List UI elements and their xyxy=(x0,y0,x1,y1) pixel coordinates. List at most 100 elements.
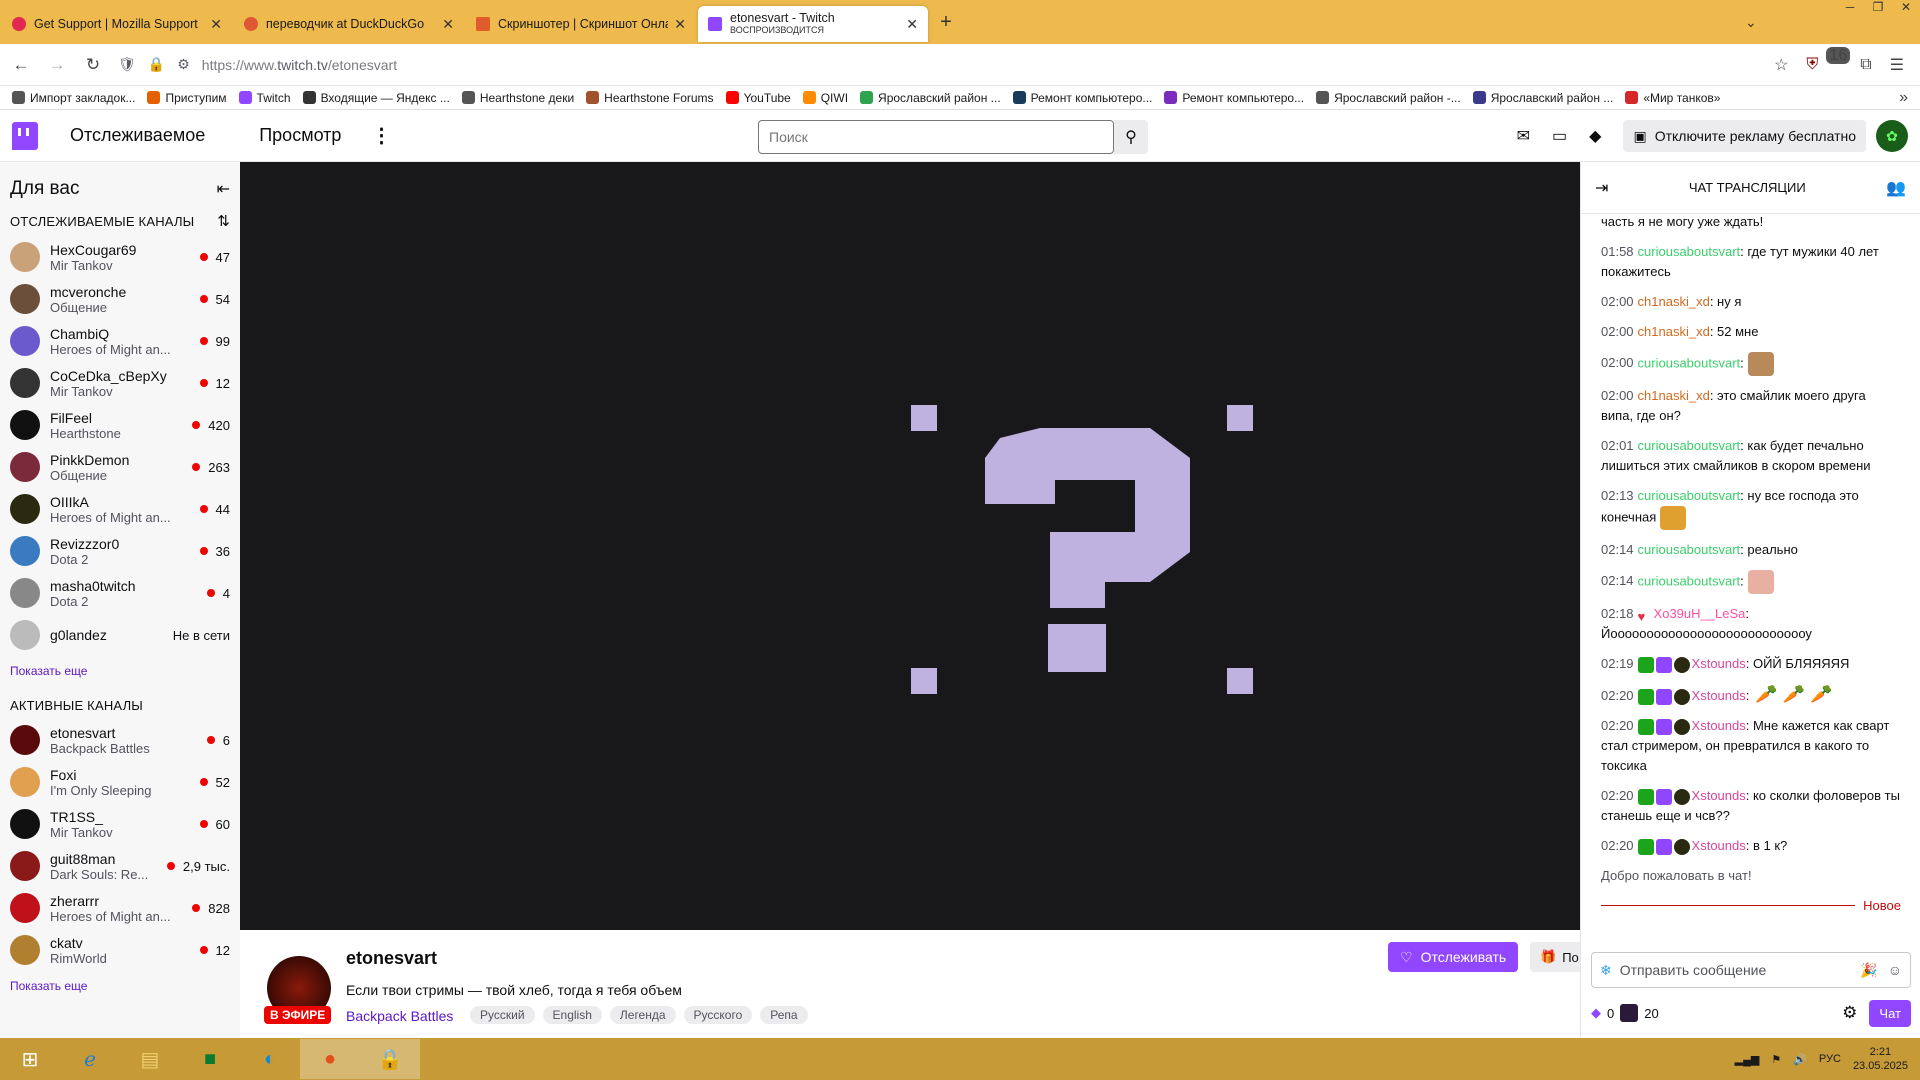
bookmark-item[interactable]: Ярославский район -... xyxy=(1316,91,1461,105)
new-tab-plus-icon[interactable]: + xyxy=(928,11,964,34)
search-icon[interactable]: ⚲ xyxy=(1114,120,1148,154)
chat-username[interactable]: curiousaboutsvart xyxy=(1638,488,1741,503)
start-windows-icon[interactable]: ⊞ xyxy=(0,1039,60,1079)
sidebar-channel-item[interactable]: Foxi I'm Only Sleeping 52 xyxy=(0,761,240,803)
stream-tag[interactable]: Репа xyxy=(760,1006,808,1024)
bookmark-item[interactable]: «Мир танков» xyxy=(1625,91,1720,105)
sidebar-channel-item[interactable]: masha0twitch Dota 2 4 xyxy=(0,572,240,614)
twitch-logo-icon[interactable] xyxy=(12,121,38,150)
sidebar-channel-item[interactable]: ChambiQ Heroes of Might an... 99 xyxy=(0,320,240,362)
bookmark-item[interactable]: Ярославский район ... xyxy=(1472,91,1613,105)
chat-username[interactable]: curiousaboutsvart xyxy=(1638,244,1741,259)
snowflake-icon[interactable]: ❄ xyxy=(1600,962,1612,979)
chat-username[interactable]: Xstounds xyxy=(1692,838,1746,853)
streamer-name[interactable]: etonesvart xyxy=(346,948,437,969)
bookmark-item[interactable]: QIWI xyxy=(802,91,848,105)
community-users-icon[interactable]: 👥 xyxy=(1886,178,1906,198)
lock-icon[interactable]: 🔒 xyxy=(148,56,165,73)
internet-explorer-icon[interactable]: ℯ xyxy=(60,1039,120,1079)
close-icon[interactable]: ✕ xyxy=(674,16,686,33)
sidebar-channel-item[interactable]: Revizzzor0 Dota 2 36 xyxy=(0,530,240,572)
tab-screenshoter[interactable]: Скриншотер | Скриншот Онлайн ✕ xyxy=(466,6,696,42)
user-avatar[interactable]: ✿ xyxy=(1876,120,1908,152)
emote-picker-icon[interactable]: ☺ xyxy=(1888,962,1902,978)
tab-mozilla-support[interactable]: Get Support | Mozilla Support ✕ xyxy=(2,6,232,42)
chat-username[interactable]: Xstounds xyxy=(1692,718,1746,733)
channel-points[interactable]: ◆ 0 20 xyxy=(1591,1004,1659,1022)
chat-settings-gear-icon[interactable]: ⚙ xyxy=(1842,1003,1857,1023)
close-icon[interactable]: ✕ xyxy=(442,16,454,33)
more-dots-icon[interactable]: ⋮ xyxy=(371,123,391,148)
bookmark-item[interactable]: Входящие — Яндекс ... xyxy=(302,91,450,105)
sidebar-channel-item[interactable]: etonesvart Backpack Battles 6 xyxy=(0,719,240,761)
sidebar-channel-item[interactable]: CoCeDka_cBepXy Mir Tankov 12 xyxy=(0,362,240,404)
show-more-followed[interactable]: Показать еще xyxy=(0,656,240,692)
store-icon[interactable]: ■ xyxy=(180,1039,240,1079)
channel-offline[interactable]: g0landez Не в сети xyxy=(0,614,240,656)
back-arrow-icon[interactable]: ← xyxy=(6,50,36,80)
bookmark-item[interactable]: Импорт закладок... xyxy=(12,91,135,105)
chat-username[interactable]: ch1naski_xd xyxy=(1638,294,1710,309)
restore-icon[interactable]: ❐ xyxy=(1864,0,1892,20)
chat-username[interactable]: ch1naski_xd xyxy=(1638,388,1710,403)
reload-icon[interactable]: ↻ xyxy=(78,50,108,80)
adfree-button[interactable]: ▣ Отключите рекламу бесплатно xyxy=(1623,120,1866,152)
show-more-active[interactable]: Показать еще xyxy=(0,971,240,1007)
menu-hamburger-icon[interactable]: ☰ xyxy=(1890,55,1904,75)
stream-tag[interactable]: Русского xyxy=(683,1006,753,1024)
tab-duckduckgo[interactable]: переводчик at DuckDuckGo ✕ xyxy=(234,6,464,42)
sidebar-channel-item[interactable]: OIIIkA Heroes of Might an... 44 xyxy=(0,488,240,530)
close-icon[interactable]: ✕ xyxy=(210,16,222,33)
chat-username[interactable]: Xo39uH__LeSa xyxy=(1654,606,1746,621)
sidebar-channel-item[interactable]: TR1SS_ Mir Tankov 60 xyxy=(0,803,240,845)
video-player[interactable] xyxy=(240,162,1580,930)
firefox-icon[interactable]: ● xyxy=(300,1039,360,1079)
chat-username[interactable]: curiousaboutsvart xyxy=(1638,438,1741,453)
tab-twitch-active[interactable]: etonesvart - Twitch ВОСПРОИЗВОДИТСЯ ✕ xyxy=(698,6,928,42)
chat-username[interactable]: Xstounds xyxy=(1692,788,1746,803)
extensions-puzzle-icon[interactable]: ⧉ xyxy=(1860,56,1871,74)
minimize-icon[interactable]: ─ xyxy=(1836,0,1864,20)
bookmark-item[interactable]: Ремонт компьютеро... xyxy=(1012,91,1152,105)
inbox-icon[interactable]: ✉ xyxy=(1517,126,1530,146)
party-icon[interactable]: 🎉 xyxy=(1860,962,1877,979)
bookmark-item[interactable]: Ремонт компьютеро... xyxy=(1164,91,1304,105)
bookmark-item[interactable]: Hearthstone деки xyxy=(461,91,574,105)
file-explorer-icon[interactable]: ▤ xyxy=(120,1039,180,1079)
stream-game-link[interactable]: Backpack Battles xyxy=(346,1008,453,1024)
bookmark-item[interactable]: Twitch xyxy=(238,91,291,105)
chat-username[interactable]: Xstounds xyxy=(1692,656,1746,671)
network-icon[interactable]: ▂▄▆ xyxy=(1735,1053,1760,1066)
collapse-chat-icon[interactable]: ⇥ xyxy=(1595,178,1608,198)
whispers-icon[interactable]: ▭ xyxy=(1552,126,1567,146)
sidebar-channel-item[interactable]: zherarrr Heroes of Might an... 828 xyxy=(0,887,240,929)
more-bookmarks-chevron-icon[interactable]: » xyxy=(1899,89,1908,107)
nav-following[interactable]: Отслеживаемое xyxy=(70,125,205,146)
permissions-icon[interactable]: ⚙ xyxy=(177,56,190,73)
sidebar-channel-item[interactable]: PinkkDemon Общение 263 xyxy=(0,446,240,488)
sidebar-channel-item[interactable]: mcveronche Общение 54 xyxy=(0,278,240,320)
language-indicator[interactable]: РУС xyxy=(1819,1053,1841,1065)
bits-icon[interactable]: ◆ xyxy=(1589,126,1601,146)
sort-arrows-icon[interactable]: ⇅ xyxy=(217,212,230,230)
url-bar[interactable]: 🛡 🔒 ⚙ https://www. twitch.tv/etonesvart xyxy=(118,50,1774,80)
volume-icon[interactable]: 🔊 xyxy=(1793,1053,1807,1066)
nav-browse[interactable]: Просмотр xyxy=(259,125,341,146)
forward-arrow-icon[interactable]: → xyxy=(42,50,72,80)
sidebar-channel-item[interactable]: FilFeel Hearthstone 420 xyxy=(0,404,240,446)
collapse-sidebar-icon[interactable]: ⇤ xyxy=(217,179,230,199)
chat-input[interactable]: ❄ Отправить сообщение 🎉 ☺ xyxy=(1591,952,1911,988)
bookmark-star-icon[interactable]: ☆ xyxy=(1774,55,1788,75)
stream-tag[interactable]: Русский xyxy=(470,1006,535,1024)
chat-username[interactable]: curiousaboutsvart xyxy=(1638,355,1741,370)
chat-send-button[interactable]: Чат xyxy=(1869,999,1911,1027)
sidebar-channel-item[interactable]: guit88man Dark Souls: Re... 2,9 тыс. xyxy=(0,845,240,887)
close-window-icon[interactable]: ✕ xyxy=(1892,0,1920,20)
bookmark-item[interactable]: Приступим xyxy=(147,91,227,105)
close-icon[interactable]: ✕ xyxy=(906,16,918,33)
clock[interactable]: 2:21 23.05.2025 xyxy=(1853,1045,1908,1073)
gift-sub-button[interactable]: 🎁 По xyxy=(1530,942,1580,972)
ublock-extension-icon[interactable]: ⛨16 xyxy=(1806,46,1851,74)
chat-username[interactable]: curiousaboutsvart xyxy=(1638,542,1741,557)
stream-tag[interactable]: English xyxy=(542,1006,602,1024)
